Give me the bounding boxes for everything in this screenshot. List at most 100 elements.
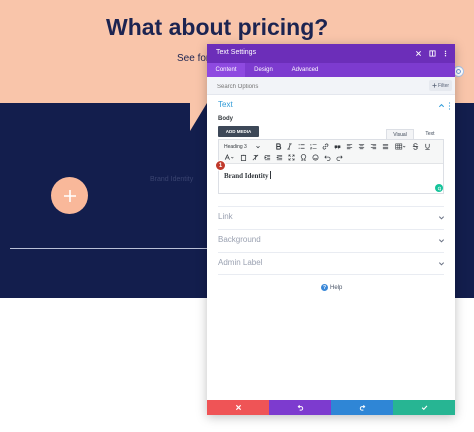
undo-icon: [324, 155, 331, 161]
redo-button[interactable]: [331, 400, 393, 415]
close-icon: [415, 50, 421, 56]
underline-button[interactable]: [423, 142, 432, 151]
format-select-value: Heading 3: [224, 143, 247, 150]
add-media-button[interactable]: ADD MEDIA: [218, 126, 259, 137]
special-char-button[interactable]: [299, 153, 308, 162]
filter-button[interactable]: Filter: [429, 80, 452, 91]
editor-toolbar: Heading 3: [219, 140, 443, 164]
undo-button[interactable]: [269, 400, 331, 415]
section-divider: [218, 206, 444, 207]
modal-header: Text Settings: [207, 44, 455, 63]
help-label: Help: [330, 284, 343, 291]
redo-editor-button[interactable]: [335, 153, 344, 162]
redo-icon: [359, 404, 365, 411]
rich-text-editor: Heading 3 Brand Identity: [218, 139, 444, 194]
section-notch: [190, 103, 207, 131]
chevron-down-icon[interactable]: [438, 237, 445, 244]
modal-tabs: Content Design Advanced: [207, 63, 455, 77]
text-caret: [269, 171, 271, 179]
outdent-button[interactable]: [275, 153, 284, 162]
align-right-icon: [370, 143, 377, 150]
table-button[interactable]: [393, 142, 407, 151]
numbered-list-icon: [310, 144, 317, 150]
indent-button[interactable]: [263, 153, 272, 162]
section-divider: [218, 274, 444, 275]
body-label: Body: [218, 116, 233, 122]
save-button[interactable]: [393, 400, 455, 415]
tab-design[interactable]: Design: [245, 63, 282, 77]
section-link-title[interactable]: Link: [218, 212, 233, 221]
split-view-button[interactable]: [427, 48, 437, 58]
text-color-icon: [224, 154, 234, 160]
paste-text-button[interactable]: [239, 153, 248, 162]
close-icon: [235, 404, 241, 411]
numbered-list-button[interactable]: [309, 142, 318, 151]
link-icon: [322, 143, 329, 150]
section-text-title[interactable]: Text: [218, 100, 233, 109]
split-view-icon: [428, 49, 436, 57]
strikethrough-button[interactable]: [411, 142, 420, 151]
align-justify-icon: [382, 143, 389, 150]
section-divider: [10, 248, 207, 249]
align-center-icon: [358, 143, 365, 150]
editor-tab-visual[interactable]: Visual: [386, 129, 414, 139]
align-right-button[interactable]: [369, 142, 378, 151]
bullet-list-button[interactable]: [297, 142, 306, 151]
blockquote-button[interactable]: [333, 142, 342, 151]
undo-editor-button[interactable]: [323, 153, 332, 162]
blockquote-icon: [334, 145, 341, 150]
add-module-button[interactable]: [51, 177, 88, 214]
fullscreen-icon: [288, 154, 295, 161]
format-select[interactable]: Heading 3: [222, 142, 262, 151]
link-button[interactable]: [321, 142, 330, 151]
grammarly-icon: [437, 186, 441, 190]
modal-menu-button[interactable]: [440, 48, 450, 58]
editor-tab-text[interactable]: Text: [416, 129, 444, 139]
discard-button[interactable]: [207, 400, 269, 415]
align-left-button[interactable]: [345, 142, 354, 151]
bullet-list-icon: [298, 144, 305, 149]
search-row: Filter: [207, 77, 455, 95]
page-subline: See for: [177, 53, 210, 64]
filter-label: Filter: [437, 82, 450, 89]
text-settings-modal: Text Settings Content Design Advanced Fi…: [207, 44, 455, 415]
fullscreen-button[interactable]: [287, 153, 296, 162]
plus-icon: [63, 189, 76, 202]
italic-icon: [287, 143, 292, 150]
grammarly-button[interactable]: [435, 184, 443, 192]
align-center-button[interactable]: [357, 142, 366, 151]
section-menu-icon[interactable]: [448, 102, 451, 110]
align-left-icon: [346, 143, 353, 150]
help-icon: ?: [321, 284, 328, 291]
tab-content[interactable]: Content: [207, 63, 245, 77]
chevron-down-icon[interactable]: [438, 260, 445, 267]
module-preview-text: Brand Identity: [150, 176, 194, 183]
table-icon: [394, 143, 405, 150]
chevron-up-icon[interactable]: [438, 102, 445, 109]
close-modal-button[interactable]: [413, 48, 423, 58]
special-char-icon: [300, 154, 307, 161]
tab-advanced[interactable]: Advanced: [282, 63, 328, 77]
clear-format-button[interactable]: [251, 153, 260, 162]
section-divider: [218, 229, 444, 230]
step-badge: 1: [215, 160, 226, 171]
emoji-icon: [312, 154, 319, 161]
section-divider: [218, 252, 444, 253]
modal-title: Text Settings: [216, 49, 257, 56]
search-options-input[interactable]: [217, 82, 367, 91]
align-justify-button[interactable]: [381, 142, 390, 151]
italic-button[interactable]: [285, 142, 294, 151]
modal-action-bar: [207, 400, 455, 415]
editor-content[interactable]: Brand Identity: [224, 171, 271, 180]
section-admin-label-title[interactable]: Admin Label: [218, 258, 262, 267]
undo-icon: [297, 404, 303, 411]
paste-text-icon: [240, 154, 247, 161]
chevron-down-icon: [256, 145, 260, 148]
emoji-button[interactable]: [311, 153, 320, 162]
help-link[interactable]: ? Help: [321, 284, 342, 291]
bold-icon: [276, 143, 282, 150]
chevron-down-icon[interactable]: [438, 214, 445, 221]
check-icon: [421, 405, 427, 411]
bold-button[interactable]: [274, 142, 283, 151]
section-background-title[interactable]: Background: [218, 235, 261, 244]
